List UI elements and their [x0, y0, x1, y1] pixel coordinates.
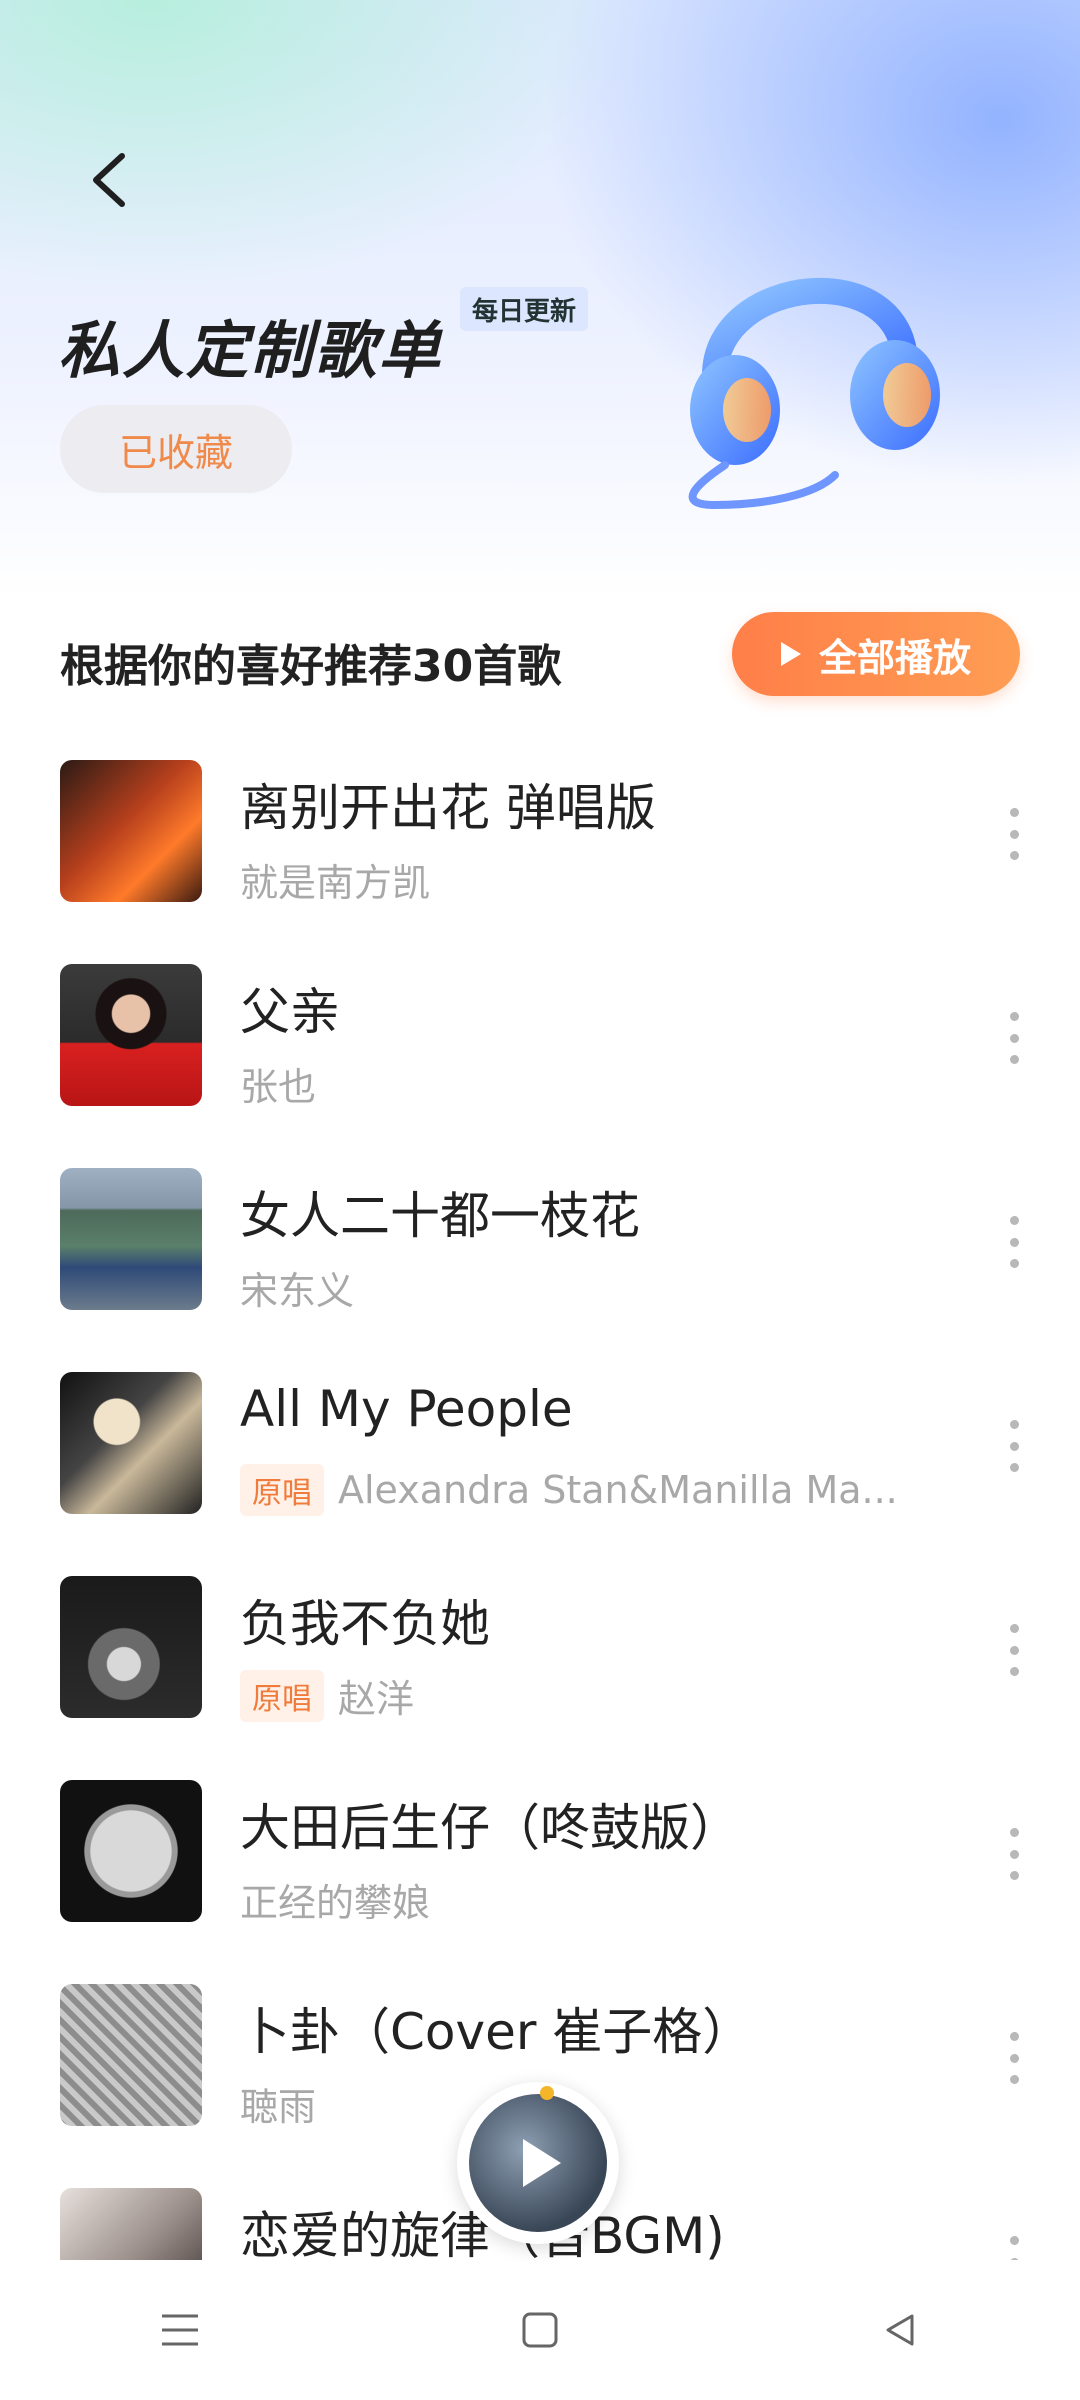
artist-name: 就是南方凯 [240, 861, 431, 905]
system-navigation-bar [0, 2280, 1080, 2380]
song-meta: 原唱 赵洋 [240, 1668, 414, 1723]
song-meta: 就是南方凯 [240, 852, 430, 907]
song-title: 离别开出花 弹唱版 [240, 779, 656, 837]
song-title: 负我不负她 [240, 1595, 490, 1653]
original-badge: 原唱 [240, 1464, 324, 1516]
play-all-label: 全部播放 [818, 635, 971, 680]
song-meta: 正经的攀娘 [240, 1872, 430, 1927]
song-title: 女人二十都一枝花 [240, 1187, 640, 1245]
song-meta: 聴雨 [240, 2076, 316, 2131]
artist-name: 宋东义 [240, 1269, 355, 1313]
artist-name: 赵洋 [338, 1677, 415, 1721]
album-cover [60, 1576, 202, 1718]
chevron-left-icon [93, 153, 125, 207]
mini-player-cover [469, 2094, 607, 2232]
song-title: 父亲 [240, 983, 340, 1041]
daily-update-badge: 每日更新 [460, 287, 589, 331]
menu-button[interactable] [140, 2290, 220, 2370]
album-cover [60, 1780, 202, 1922]
play-icon [780, 642, 801, 666]
album-cover [60, 1984, 202, 2126]
back-button[interactable] [78, 145, 138, 215]
song-meta: 宋东义 [240, 1260, 354, 1315]
artist-name: Alexandra Stan&Manilla Ma... [338, 1468, 898, 1512]
list-item[interactable]: 父亲 张也 [0, 964, 1080, 1168]
more-options-icon[interactable] [1006, 808, 1022, 860]
collected-button[interactable]: 已收藏 [60, 405, 292, 493]
album-cover [60, 964, 202, 1106]
headphones-icon [688, 277, 940, 510]
play-all-button[interactable]: 全部播放 [732, 612, 1020, 696]
home-square-icon [522, 2312, 558, 2348]
back-nav-button[interactable] [860, 2290, 940, 2370]
song-title: 大田后生仔（咚鼓版） [240, 1799, 740, 1857]
list-item[interactable]: 大田后生仔（咚鼓版） 正经的攀娘 [0, 1780, 1080, 1984]
artist-name: 张也 [240, 1065, 317, 1109]
artist-name: 正经的攀娘 [240, 1881, 431, 1925]
list-item[interactable]: 女人二十都一枝花 宋东义 [0, 1168, 1080, 1372]
song-meta: 原唱 Alexandra Stan&Manilla Ma... [240, 1464, 898, 1516]
artist-name: 聴雨 [240, 2085, 317, 2129]
home-button[interactable] [500, 2290, 580, 2370]
song-meta: 张也 [240, 1056, 316, 1111]
song-title: All My People [240, 1380, 573, 1438]
more-options-icon[interactable] [1006, 1012, 1022, 1064]
album-cover [60, 1168, 202, 1310]
more-options-icon[interactable] [1006, 1216, 1022, 1268]
album-cover [60, 760, 202, 902]
more-options-icon[interactable] [1006, 1828, 1022, 1880]
more-options-icon[interactable] [1006, 1624, 1022, 1676]
mini-player-button[interactable] [457, 2082, 619, 2244]
back-triangle-icon [886, 2314, 914, 2346]
list-item[interactable]: 离别开出花 弹唱版 就是南方凯 [0, 760, 1080, 964]
menu-icon [162, 2314, 198, 2346]
song-title: 卜卦（Cover 崔子格） [240, 2003, 753, 2061]
album-cover [60, 1372, 202, 1514]
playlist-title: 私人定制歌单 [58, 314, 443, 387]
play-icon [523, 2139, 561, 2187]
original-badge: 原唱 [240, 1669, 324, 1722]
list-item[interactable]: All My People 原唱 Alexandra Stan&Manilla … [0, 1372, 1080, 1576]
more-options-icon[interactable] [1006, 1420, 1022, 1472]
playback-progress-dot [540, 2086, 554, 2100]
recommend-title: 根据你的喜好推荐30首歌 [60, 641, 562, 692]
more-options-icon[interactable] [1006, 2032, 1022, 2084]
list-item[interactable]: 负我不负她 原唱 赵洋 [0, 1576, 1080, 1780]
